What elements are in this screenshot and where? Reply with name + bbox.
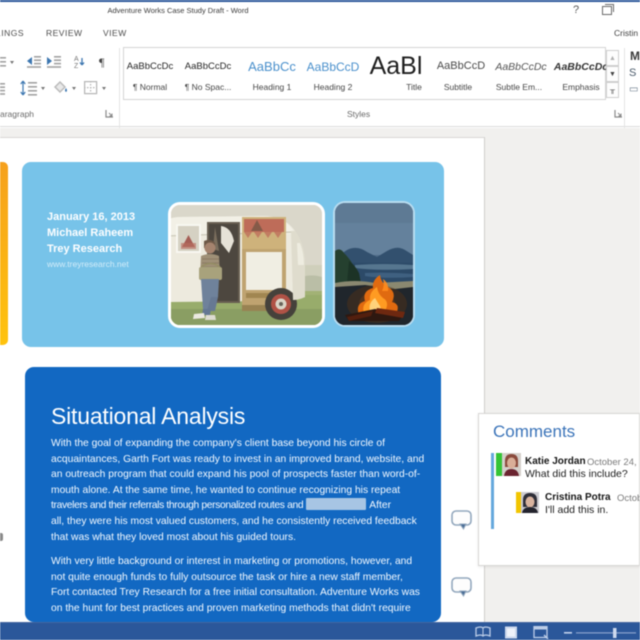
svg-text:¶: ¶ — [99, 55, 105, 69]
svg-text:Z: Z — [74, 63, 79, 70]
svg-text:A: A — [74, 56, 79, 63]
